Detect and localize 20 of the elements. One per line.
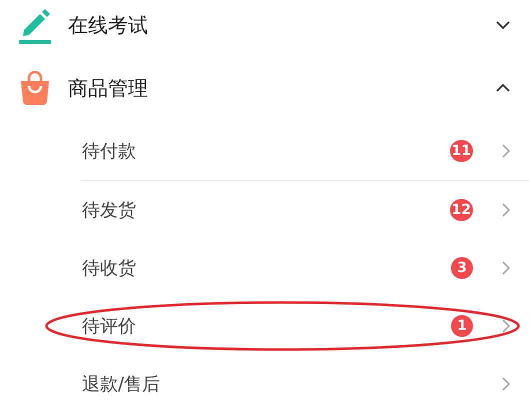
chevron-right-icon [501,143,511,159]
count-badge: 12 [450,198,473,220]
submenu-item[interactable]: 待收货 3 [82,238,529,296]
chevron-right-icon [501,376,511,392]
count-badge: 3 [451,256,473,278]
menu-header[interactable]: 在线考试 [0,0,529,56]
chevron-right-icon [501,202,511,218]
count-badge: 11 [450,140,473,162]
submenu-item[interactable]: 待评价 1 [82,296,529,354]
count-badge: 1 [451,314,473,336]
chevron-up-icon [495,82,511,94]
submenu-item[interactable]: 待发货 12 [82,180,529,238]
chevron-down-icon [495,19,511,31]
menu-header[interactable]: 商品管理 [0,56,529,120]
pencil-icon [18,6,52,44]
chevron-right-icon [501,260,511,276]
submenu-item[interactable]: 退款/售后 [82,354,529,412]
chevron-right-icon [501,318,511,334]
shopping-bag-icon [18,70,52,106]
submenu-item[interactable]: 待付款 11 [82,122,529,180]
